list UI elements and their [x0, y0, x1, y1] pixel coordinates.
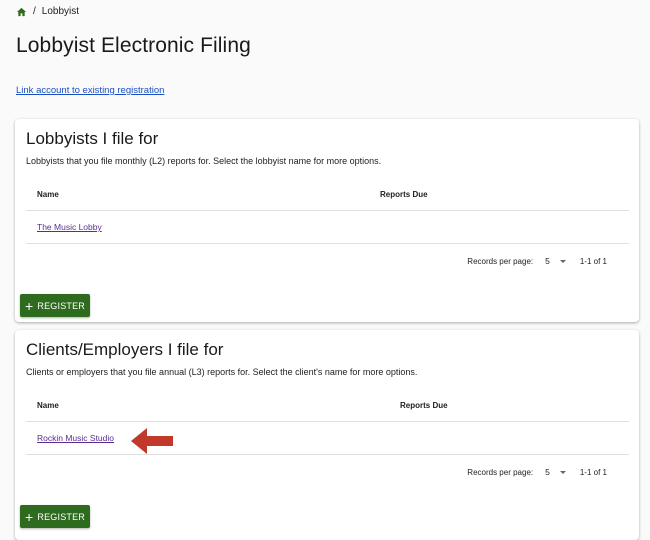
plus-icon: +: [25, 297, 34, 314]
records-per-page-label: Records per page:: [467, 467, 534, 477]
divider: [26, 210, 629, 211]
chevron-down-icon[interactable]: [559, 259, 566, 263]
breadcrumb-separator: /: [33, 6, 36, 17]
page-title: Lobbyist Electronic Filing: [16, 34, 251, 57]
lobbyists-card-subtitle: Lobbyists that you file monthly (L2) rep…: [26, 156, 382, 166]
lobbyists-card: Lobbyists I file for Lobbyists that you …: [15, 119, 639, 322]
register-button-label: REGISTER: [37, 300, 85, 311]
pagination-range: 1-1 of 1: [579, 467, 607, 477]
plus-icon: +: [25, 508, 34, 525]
records-per-page-label: Records per page:: [467, 256, 534, 266]
clients-card: Clients/Employers I file for Clients or …: [15, 330, 639, 540]
column-header-name[interactable]: Name: [37, 190, 59, 199]
clients-pagination: Records per page: 5 1-1 of 1: [467, 467, 607, 477]
divider: [26, 243, 629, 244]
lobbyists-pagination: Records per page: 5 1-1 of 1: [467, 256, 607, 266]
home-icon[interactable]: [16, 7, 27, 17]
records-per-page-select[interactable]: 5: [545, 256, 550, 266]
divider: [26, 454, 629, 455]
clients-card-title: Clients/Employers I file for: [26, 340, 224, 359]
register-button-label: REGISTER: [37, 511, 85, 522]
column-header-reports-due[interactable]: Reports Due: [400, 401, 448, 410]
register-lobbyist-button[interactable]: + REGISTER: [20, 294, 90, 317]
chevron-down-icon[interactable]: [559, 470, 566, 474]
breadcrumb: / Lobbyist: [16, 6, 79, 17]
client-link-rockin-music-studio[interactable]: Rockin Music Studio: [37, 433, 114, 443]
clients-card-subtitle: Clients or employers that you file annua…: [26, 367, 418, 377]
register-client-button[interactable]: + REGISTER: [20, 505, 90, 528]
pagination-range: 1-1 of 1: [579, 256, 607, 266]
annotation-arrow-icon: [131, 428, 173, 454]
lobbyists-card-title: Lobbyists I file for: [26, 129, 159, 148]
lobbyist-link-the-music-lobby[interactable]: The Music Lobby: [37, 222, 102, 232]
breadcrumb-current: Lobbyist: [41, 6, 80, 17]
column-header-name[interactable]: Name: [37, 401, 59, 410]
link-account-link[interactable]: Link account to existing registration: [16, 85, 164, 96]
column-header-reports-due[interactable]: Reports Due: [380, 190, 428, 199]
records-per-page-select[interactable]: 5: [545, 467, 550, 477]
divider: [26, 421, 629, 422]
